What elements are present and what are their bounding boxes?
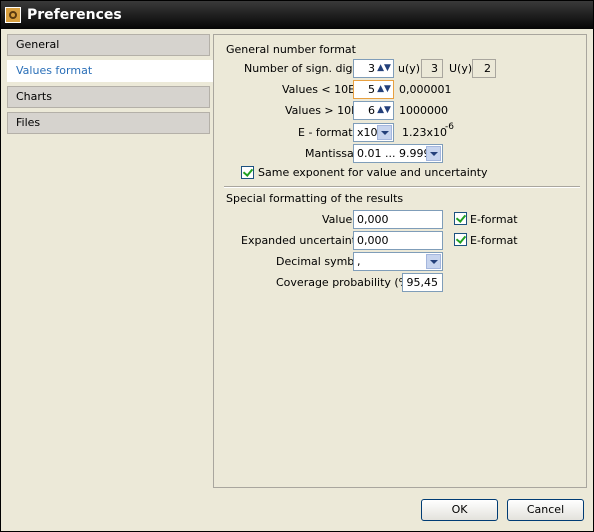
sign-digits-value: 3 — [368, 62, 375, 75]
expanded-uncertainty-input[interactable]: 0,000 — [353, 231, 443, 250]
preferences-window: Preferences General Values format Charts… — [0, 0, 594, 532]
chevron-down-icon[interactable] — [426, 254, 441, 269]
value-input[interactable]: 0,000 — [353, 210, 443, 229]
values-gt-spinner[interactable]: 6 ▲▼ — [353, 101, 394, 120]
values-lt-example: 0,000001 — [399, 83, 452, 96]
app-icon — [5, 7, 21, 23]
expanded-eformat-label[interactable]: E-format — [470, 234, 518, 247]
spinner-arrows-icon[interactable]: ▲▼ — [377, 62, 391, 75]
values-gt-label: Values > 10E — [285, 104, 359, 117]
eformat-exponent: -6 — [445, 122, 454, 132]
sidebar-item-charts[interactable]: Charts — [7, 86, 210, 108]
ok-button[interactable]: OK — [421, 499, 498, 521]
eformat-select[interactable]: x10 — [353, 123, 394, 142]
coverage-probability-input[interactable]: 95,45 — [402, 273, 443, 292]
special-formatting-heading: Special formatting of the results — [226, 192, 404, 205]
title-bar[interactable]: Preferences — [1, 1, 593, 29]
value-eformat-label[interactable]: E-format — [470, 213, 518, 226]
Uy-value: 2 — [472, 59, 496, 78]
spinner-arrows-icon[interactable]: ▲▼ — [377, 104, 391, 117]
values-lt-value: 5 — [368, 83, 375, 96]
sign-digits-label: Number of sign. digits — [244, 62, 366, 75]
eformat-label: E - format — [298, 126, 353, 139]
uy-value: 3 — [421, 59, 443, 78]
sidebar-item-values-format[interactable]: Values format — [7, 60, 214, 82]
chevron-down-icon[interactable] — [377, 125, 392, 140]
decimal-symbol-select[interactable]: , — [353, 252, 443, 271]
decimal-symbol-label: Decimal symbol — [276, 255, 365, 268]
general-number-format-heading: General number format — [226, 43, 356, 56]
eformat-example: 1.23x10 — [402, 126, 447, 139]
expanded-uncertainty-label: Expanded uncertainty — [241, 234, 363, 247]
coverage-probability-label: Coverage probability (%) — [276, 276, 414, 289]
same-exponent-checkbox[interactable] — [241, 166, 254, 179]
decimal-symbol-value: , — [357, 255, 361, 268]
spinner-arrows-icon[interactable]: ▲▼ — [377, 83, 391, 96]
cancel-button[interactable]: Cancel — [507, 499, 584, 521]
window-title: Preferences — [27, 7, 122, 23]
values-gt-value: 6 — [368, 104, 375, 117]
value-eformat-checkbox[interactable] — [454, 212, 467, 225]
eformat-value: x10 — [357, 126, 378, 139]
values-lt-spinner[interactable]: 5 ▲▼ — [353, 80, 394, 99]
values-format-panel: General number format Number of sign. di… — [213, 34, 587, 488]
mantissa-value: 0.01 ... 9.999 — [357, 147, 431, 160]
expanded-eformat-checkbox[interactable] — [454, 233, 467, 246]
mantissa-label: Mantissa — [305, 147, 354, 160]
section-divider — [224, 186, 580, 188]
values-lt-label: Values < 10E- — [282, 83, 360, 96]
mantissa-select[interactable]: 0.01 ... 9.999 — [353, 144, 443, 163]
sidebar-item-general[interactable]: General — [7, 34, 210, 56]
sign-digits-spinner[interactable]: 3 ▲▼ — [353, 59, 394, 78]
uy-label: u(y) — [398, 62, 421, 75]
sidebar-item-files[interactable]: Files — [7, 112, 210, 134]
values-gt-example: 1000000 — [399, 104, 448, 117]
value-label: Value — [322, 213, 353, 226]
chevron-down-icon[interactable] — [426, 146, 441, 161]
same-exponent-label[interactable]: Same exponent for value and uncertainty — [258, 166, 488, 179]
Uy-label: U(y) — [449, 62, 473, 75]
